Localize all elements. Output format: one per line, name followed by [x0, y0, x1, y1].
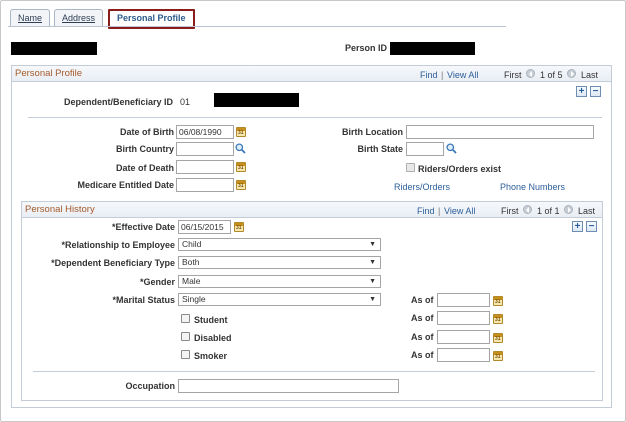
personal-history-view-all-link[interactable]: View All: [444, 206, 475, 216]
marital-as-of-label: As of: [411, 295, 434, 305]
date-of-birth-field[interactable]: 06/08/1990: [176, 125, 234, 139]
date-of-death-field[interactable]: [176, 160, 234, 174]
student-as-of-label: As of: [411, 313, 434, 323]
gender-select[interactable]: Male ▼: [178, 275, 381, 288]
personal-history-pager: 1 of 1: [537, 206, 560, 216]
phone-numbers-link[interactable]: Phone Numbers: [500, 182, 565, 192]
personal-history-title: Personal History: [25, 204, 95, 215]
riders-orders-link[interactable]: Riders/Orders: [394, 182, 450, 192]
smoker-checkbox[interactable]: [181, 350, 190, 359]
disabled-as-of-field[interactable]: [437, 330, 490, 344]
personal-history-last[interactable]: Last: [578, 206, 595, 216]
personal-profile-last[interactable]: Last: [581, 70, 598, 80]
calendar-icon[interactable]: [493, 333, 503, 343]
smoker-as-of-field[interactable]: [437, 348, 490, 362]
name-redacted: [11, 42, 97, 55]
tab-address[interactable]: Address: [54, 9, 104, 27]
disabled-label: Disabled: [194, 333, 232, 343]
personal-history-find-link[interactable]: Find: [417, 206, 435, 216]
lookup-magnifier-icon[interactable]: [235, 143, 246, 154]
calendar-icon[interactable]: [234, 222, 244, 232]
personal-profile-find-link[interactable]: Find: [420, 70, 438, 80]
dropdown-arrow-icon: ▼: [369, 241, 376, 248]
tab-name[interactable]: Name: [10, 9, 51, 27]
personal-profile-pager: 1 of 5: [540, 70, 563, 80]
student-checkbox[interactable]: [181, 314, 190, 323]
personal-profile-view-all-link[interactable]: View All: [447, 70, 478, 80]
riders-orders-exist-checkbox: [406, 163, 415, 172]
delete-row-icon[interactable]: −: [590, 86, 601, 97]
student-as-of-field[interactable]: [437, 311, 490, 325]
history-divider: [33, 371, 595, 372]
calendar-icon[interactable]: [236, 162, 246, 172]
dropdown-arrow-icon: ▼: [369, 296, 376, 303]
dropdown-arrow-icon: ▼: [369, 259, 376, 266]
smoker-label: Smoker: [194, 351, 228, 361]
marital-status-select[interactable]: Single ▼: [178, 293, 381, 306]
delete-row-icon[interactable]: −: [586, 221, 597, 232]
riders-orders-exist-label: Riders/Orders exist: [418, 164, 502, 174]
disabled-checkbox[interactable]: [181, 332, 190, 341]
person-id-label: Person ID: [345, 43, 388, 53]
tab-underline: [8, 26, 506, 27]
relationship-label: *Relationship to Employee: [61, 240, 175, 250]
date-of-birth-label: Date of Birth: [120, 127, 174, 137]
disabled-as-of-label: As of: [411, 332, 434, 342]
relationship-select-value: Child: [182, 239, 202, 249]
personal-history-separator: |: [438, 206, 441, 216]
personal-history-first[interactable]: First: [501, 206, 519, 216]
birth-country-field[interactable]: [176, 142, 234, 156]
next-arrow-icon[interactable]: [564, 205, 573, 214]
marital-status-label: *Marital Status: [112, 295, 175, 305]
smoker-as-of-label: As of: [411, 350, 434, 360]
calendar-icon[interactable]: [493, 314, 503, 324]
relationship-select[interactable]: Child ▼: [178, 238, 381, 251]
birth-location-field[interactable]: [406, 125, 594, 139]
birth-state-field[interactable]: [406, 142, 444, 156]
dependent-beneficiary-type-label: *Dependent Beneficiary Type: [51, 258, 175, 268]
birth-country-label: Birth Country: [116, 144, 174, 154]
add-row-icon[interactable]: +: [572, 221, 583, 232]
occupation-label: Occupation: [125, 381, 175, 391]
add-row-icon[interactable]: +: [576, 86, 587, 97]
dependent-beneficiary-type-select[interactable]: Both ▼: [178, 256, 381, 269]
marital-as-of-field[interactable]: [437, 293, 490, 307]
dependent-id-value: 01: [180, 97, 191, 107]
calendar-icon[interactable]: [493, 351, 503, 361]
effective-date-label: *Effective Date: [111, 222, 175, 232]
lookup-magnifier-icon[interactable]: [446, 143, 457, 154]
medicare-entitled-date-field[interactable]: [176, 178, 234, 192]
next-arrow-icon[interactable]: [567, 69, 576, 78]
medicare-entitled-date-label: Medicare Entitled Date: [77, 180, 174, 190]
gender-select-value: Male: [182, 276, 201, 286]
personal-profile-separator: |: [441, 70, 444, 80]
dependent-id-label: Dependent/Beneficiary ID: [64, 97, 174, 107]
previous-arrow-icon[interactable]: [523, 205, 532, 214]
calendar-icon[interactable]: [236, 127, 246, 137]
student-label: Student: [194, 315, 228, 325]
dependent-beneficiary-type-value: Both: [182, 257, 200, 267]
calendar-icon[interactable]: [493, 296, 503, 306]
profile-divider: [28, 117, 602, 118]
birth-state-label: Birth State: [357, 144, 403, 154]
effective-date-field[interactable]: 06/15/2015: [178, 220, 231, 234]
date-of-death-label: Date of Death: [115, 163, 174, 173]
personal-profile-first[interactable]: First: [504, 70, 522, 80]
birth-location-label: Birth Location: [342, 127, 403, 137]
dropdown-arrow-icon: ▼: [369, 278, 376, 285]
marital-status-select-value: Single: [182, 294, 206, 304]
gender-label: *Gender: [139, 277, 175, 287]
dependent-name-redacted: [214, 93, 299, 107]
previous-arrow-icon[interactable]: [526, 69, 535, 78]
calendar-icon[interactable]: [236, 180, 246, 190]
occupation-field[interactable]: [178, 379, 399, 393]
person-id-redacted: [390, 42, 475, 55]
personal-profile-title: Personal Profile: [15, 68, 83, 79]
